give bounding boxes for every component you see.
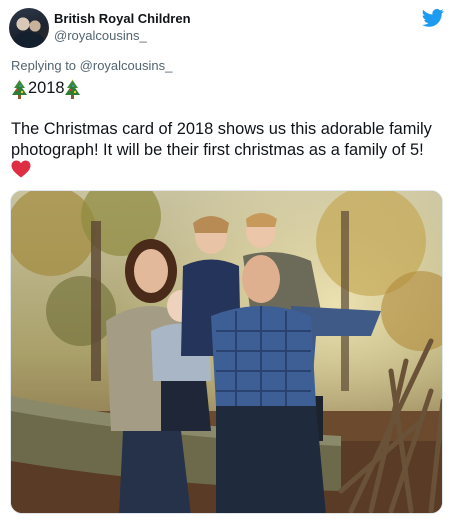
display-name[interactable]: British Royal Children: [54, 11, 191, 26]
tweet-photo[interactable]: [10, 190, 443, 514]
tweet-text-line-2: photograph! It will be their first chris…: [11, 141, 424, 159]
username-handle[interactable]: @royalcousins_: [54, 28, 147, 43]
year-text: 2018: [28, 79, 65, 97]
tweet-year-line: 2018: [11, 78, 81, 99]
christmas-tree-icon: [12, 78, 27, 99]
christmas-tree-icon: [65, 78, 81, 99]
reply-prefix: Replying to: [11, 58, 77, 73]
avatar[interactable]: [9, 8, 49, 48]
reply-context: Replying to @royalcousins_: [11, 58, 172, 73]
tweet-card: British Royal Children @royalcousins_ Re…: [0, 0, 454, 521]
red-heart-icon: [11, 160, 31, 178]
reply-to-link[interactable]: @royalcousins_: [80, 58, 173, 73]
twitter-bird-icon[interactable]: [422, 8, 444, 28]
tweet-text-line-1: The Christmas card of 2018 shows us this…: [11, 120, 432, 138]
